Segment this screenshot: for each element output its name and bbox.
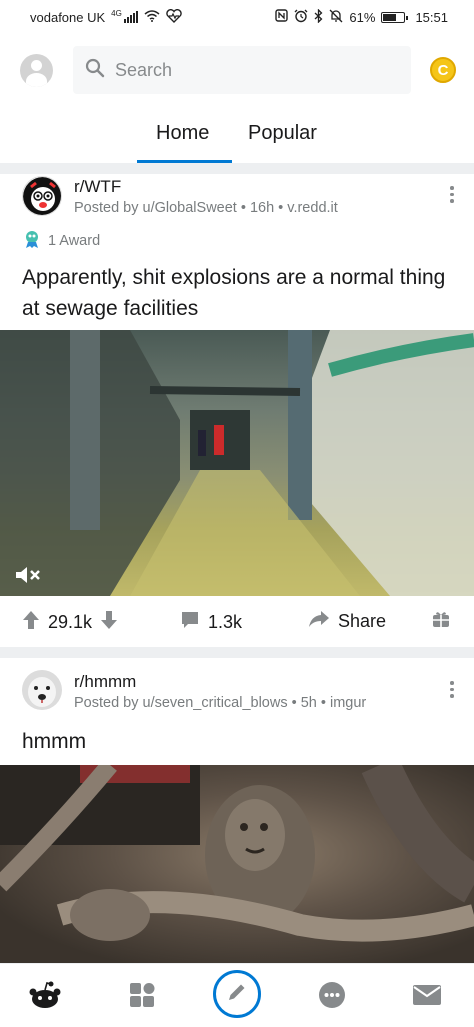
post-video[interactable] <box>0 330 474 596</box>
give-award-button[interactable] <box>432 610 450 633</box>
battery-percent: 61% <box>349 9 376 25</box>
comment-icon <box>180 610 200 635</box>
active-tab-indicator <box>137 160 232 163</box>
heart-rate-icon <box>166 8 182 26</box>
subreddit-name[interactable]: r/hmmm <box>74 672 136 692</box>
feed-divider <box>0 648 474 658</box>
downvote-icon[interactable] <box>100 610 118 635</box>
upvote-count: 29.1k <box>48 612 93 632</box>
coins-icon[interactable]: C <box>430 57 456 83</box>
home-icon[interactable] <box>28 978 62 1012</box>
signal-icon <box>123 11 138 23</box>
create-post-button[interactable] <box>213 970 261 1018</box>
network-type: 4G <box>111 8 122 18</box>
more-options-icon[interactable] <box>448 186 456 203</box>
feed-divider <box>0 164 474 174</box>
comment-count: 1.3k <box>208 612 243 632</box>
alarm-icon <box>294 9 308 26</box>
mute-icon[interactable] <box>14 564 42 586</box>
search-bar[interactable] <box>73 46 411 94</box>
user-avatar[interactable] <box>20 54 53 87</box>
create-post-icon <box>226 981 248 1008</box>
upvote-icon[interactable] <box>22 610 40 635</box>
post-title[interactable]: hmmm <box>22 726 462 757</box>
chat-icon[interactable] <box>315 978 349 1012</box>
award-icon <box>22 229 42 253</box>
more-options-icon[interactable] <box>448 681 456 698</box>
clock: 15:51 <box>415 9 448 25</box>
tab-popular[interactable]: Popular <box>248 122 317 145</box>
inbox-icon[interactable] <box>410 978 444 1012</box>
post-title[interactable]: Apparently, shit explosions are a normal… <box>22 262 462 324</box>
communities-icon[interactable] <box>125 978 159 1012</box>
status-bar: vodafone UK 4G 61% 15:51 <box>0 0 474 34</box>
post-image[interactable] <box>0 765 474 963</box>
subreddit-avatar[interactable] <box>22 670 62 710</box>
battery-icon <box>381 11 409 23</box>
award-badge[interactable]: 1 Award <box>22 229 100 253</box>
silent-icon <box>329 9 343 26</box>
search-input[interactable] <box>115 59 395 81</box>
award-count: 1 Award <box>48 233 101 249</box>
feed-tabs: Home Popular <box>0 110 474 164</box>
bottom-navigation <box>0 963 474 1027</box>
post-card[interactable]: r/WTF Posted by u/GlobalSweet • 16h • v.… <box>0 174 474 648</box>
wifi-icon <box>144 9 160 25</box>
share-icon <box>308 610 330 633</box>
tab-home[interactable]: Home <box>156 122 209 145</box>
gift-icon <box>432 610 450 633</box>
subreddit-name[interactable]: r/WTF <box>74 177 121 197</box>
share-button[interactable]: Share <box>308 610 386 633</box>
subreddit-avatar[interactable] <box>22 176 62 216</box>
top-bar: C <box>0 44 474 96</box>
post-meta[interactable]: Posted by u/GlobalSweet • 16h • v.redd.i… <box>74 200 338 216</box>
post-card[interactable]: r/hmmm Posted by u/seven_critical_blows … <box>0 658 474 963</box>
bluetooth-icon <box>314 7 323 26</box>
nfc-icon <box>275 9 289 25</box>
share-label: Share <box>338 611 387 631</box>
post-meta[interactable]: Posted by u/seven_critical_blows • 5h • … <box>74 695 366 711</box>
vote-bar: 29.1k <box>22 610 118 635</box>
comments-button[interactable]: 1.3k <box>180 610 242 635</box>
search-icon <box>85 58 105 83</box>
carrier-label: vodafone UK <box>30 9 106 25</box>
post-actions: 29.1k 1.3k Share <box>0 596 474 648</box>
